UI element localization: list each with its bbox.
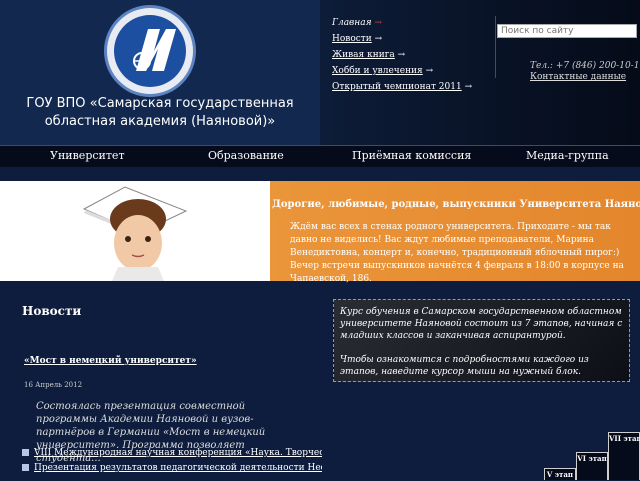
banner-photo (0, 181, 270, 281)
banner-title: Дорогие, любимые, родные, выпускники Уни… (272, 199, 640, 210)
stage-6-label: VI этап (577, 454, 607, 463)
stage-7-label: VII этап (609, 434, 640, 443)
alumni-banner[interactable]: Дорогие, любимые, родные, выпускники Уни… (0, 181, 640, 284)
stage-5-block[interactable]: V этап (544, 468, 576, 480)
academy-logo[interactable] (107, 8, 193, 94)
news-list-item: Презентация результатов педагогической д… (22, 461, 322, 476)
org-title: ГОУ ВПО «Самарская государственная облас… (26, 96, 294, 129)
main-nav-media-group[interactable]: Медиа-группа (526, 149, 609, 162)
header-left-panel: ГОУ ВПО «Самарская государственная облас… (0, 0, 320, 145)
bullet-icon (22, 449, 29, 456)
arrow-icon: → (374, 18, 382, 28)
top-nav-news-link[interactable]: Новости (332, 34, 372, 44)
banner-text: Ждём вас всех в стенах родного университ… (290, 222, 624, 284)
study-course-text: Курс обучения в Самарском государственно… (340, 306, 626, 378)
top-nav-item-news[interactable]: Новости → (332, 32, 492, 48)
top-nav-item-living-book[interactable]: Живая книга → (332, 48, 492, 64)
top-nav-home-label: Главная (332, 18, 372, 28)
news-list: VIII Международная научная конференция «… (22, 446, 322, 476)
news-headline-link[interactable]: «Мост в немецкий университет» (24, 356, 197, 366)
main-nav-admissions[interactable]: Приёмная комиссия (352, 149, 471, 162)
student-with-book-image (82, 186, 188, 281)
study-course-box: Курс обучения в Самарском государственно… (333, 299, 630, 382)
study-paragraph-1: Курс обучения в Самарском государственно… (340, 307, 623, 341)
bullet-icon (22, 464, 29, 471)
top-nav-item-home[interactable]: Главная → (332, 16, 492, 32)
header-divider (495, 16, 496, 78)
top-nav-living-book-link[interactable]: Живая книга (332, 50, 395, 60)
arrow-icon: → (464, 82, 473, 92)
study-paragraph-2: Чтобы ознакомится с подробностями каждог… (340, 355, 589, 377)
news-date: 16 Апрель 2012 (24, 381, 83, 389)
search-input[interactable] (497, 24, 637, 38)
logo-letter-icon (133, 29, 176, 71)
top-nav: Главная → Новости → Живая книга → Хобби … (332, 16, 492, 96)
top-nav-championship-link[interactable]: Открытый чемпионат 2011 (332, 82, 462, 92)
arrow-icon: → (425, 66, 434, 76)
phone-number: Тел.: +7 (846) 200-10-10 (530, 61, 640, 71)
logo-emblem (114, 15, 186, 87)
main-nav-university[interactable]: Университет (50, 149, 125, 162)
stage-6-block[interactable]: VI этап (576, 452, 608, 480)
main-nav-education[interactable]: Образование (208, 149, 284, 162)
top-nav-hobbies-link[interactable]: Хобби и увлечения (332, 66, 423, 76)
top-nav-item-championship[interactable]: Открытый чемпионат 2011 → (332, 80, 492, 96)
stage-5-label: V этап (546, 470, 574, 479)
stage-7-block[interactable]: VII этап (608, 432, 640, 480)
news-item-link[interactable]: VIII Международная научная конференция «… (34, 448, 322, 458)
news-list-item: VIII Международная научная конференция «… (22, 446, 322, 461)
arrow-icon: → (374, 34, 383, 44)
top-nav-item-hobbies[interactable]: Хобби и увлечения → (332, 64, 492, 80)
arrow-icon: → (397, 50, 406, 60)
news-section-title: Новости (22, 304, 82, 318)
news-item-link[interactable]: Презентация результатов педагогической д… (34, 463, 322, 473)
contacts-link[interactable]: Контактные данные (530, 72, 626, 82)
main-nav: Университет Образование Приёмная комисси… (0, 145, 640, 167)
